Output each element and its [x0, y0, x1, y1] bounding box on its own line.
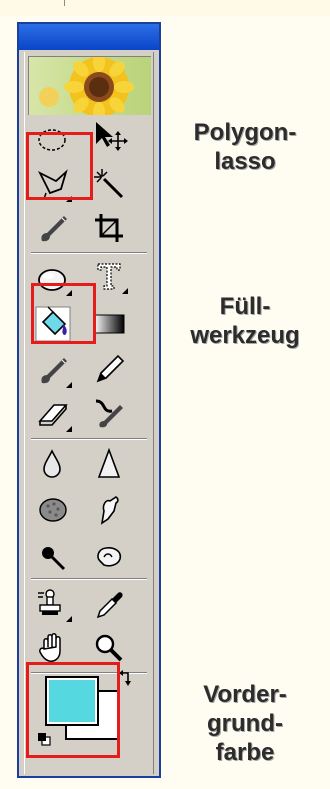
history-brush-icon: [95, 399, 123, 428]
smudge-tool[interactable]: [89, 490, 129, 530]
dodge-icon: [97, 547, 122, 567]
crop-icon: [95, 214, 123, 242]
submenu-indicator-icon: [66, 382, 72, 388]
tool-group-separator: [31, 578, 147, 580]
brush-icon: [41, 358, 67, 384]
tool-group-separator: [31, 252, 147, 254]
eyedropper-icon: [96, 592, 123, 619]
crop-tool[interactable]: [89, 208, 129, 248]
callout-line: farbe: [215, 739, 275, 766]
magic-wand-icon: [94, 169, 124, 199]
highlight-fill-tool: [31, 283, 96, 344]
sharpen-icon: [97, 447, 121, 478]
sponge-icon: [39, 498, 67, 522]
eraser-icon: [38, 404, 68, 426]
gradient-icon: [93, 314, 125, 334]
callout-polygon-lasso: Polygon- lasso: [165, 118, 325, 176]
callout-line: lasso: [214, 148, 276, 175]
move-icon: [96, 122, 128, 151]
history-brush-tool[interactable]: [89, 394, 129, 434]
app-logo[interactable]: [28, 56, 151, 115]
submenu-indicator-icon: [122, 288, 128, 294]
blur-tool[interactable]: [33, 444, 73, 484]
toolbox-titlebar[interactable]: [19, 24, 159, 50]
blur-icon: [43, 449, 61, 478]
eyedropper-tool[interactable]: [89, 584, 129, 624]
callout-line: werkzeug: [190, 322, 300, 349]
top-strip: [0, 0, 330, 16]
magic-wand-tool[interactable]: [89, 164, 129, 204]
burn-tool[interactable]: [33, 536, 73, 576]
stamp-tool[interactable]: [33, 584, 73, 624]
burn-icon: [42, 547, 66, 571]
callout-line: Vorder-: [203, 681, 287, 708]
pencil-icon: [96, 354, 125, 383]
callout-line: grund-: [207, 710, 283, 737]
tool-group-separator: [31, 438, 147, 440]
callout-fill-tool: Füll- werkzeug: [165, 292, 325, 350]
dodge-tool[interactable]: [89, 536, 129, 576]
brush-icon: [41, 216, 67, 242]
swap-colors-icon[interactable]: [119, 670, 133, 686]
move-tool[interactable]: [89, 116, 129, 156]
callout-line: Polygon-: [193, 119, 297, 146]
eraser-tool[interactable]: [33, 394, 73, 434]
sponge-tool[interactable]: [33, 490, 73, 530]
highlight-polygon-lasso: [26, 132, 93, 200]
submenu-indicator-icon: [66, 616, 72, 622]
highlight-foreground-color: [26, 662, 120, 758]
brush-tool[interactable]: [33, 350, 73, 390]
top-mark: [64, 0, 65, 6]
text-icon: [97, 263, 121, 290]
sharpen-tool[interactable]: [89, 444, 129, 484]
smudge-icon: [100, 496, 119, 525]
stamp-icon: [38, 589, 61, 615]
brush-tool-top[interactable]: [33, 208, 73, 248]
submenu-indicator-icon: [66, 426, 72, 432]
callout-foreground-color: Vorder- grund- farbe: [165, 680, 325, 767]
pencil-tool[interactable]: [89, 350, 129, 390]
callout-line: Füll-: [219, 293, 271, 320]
